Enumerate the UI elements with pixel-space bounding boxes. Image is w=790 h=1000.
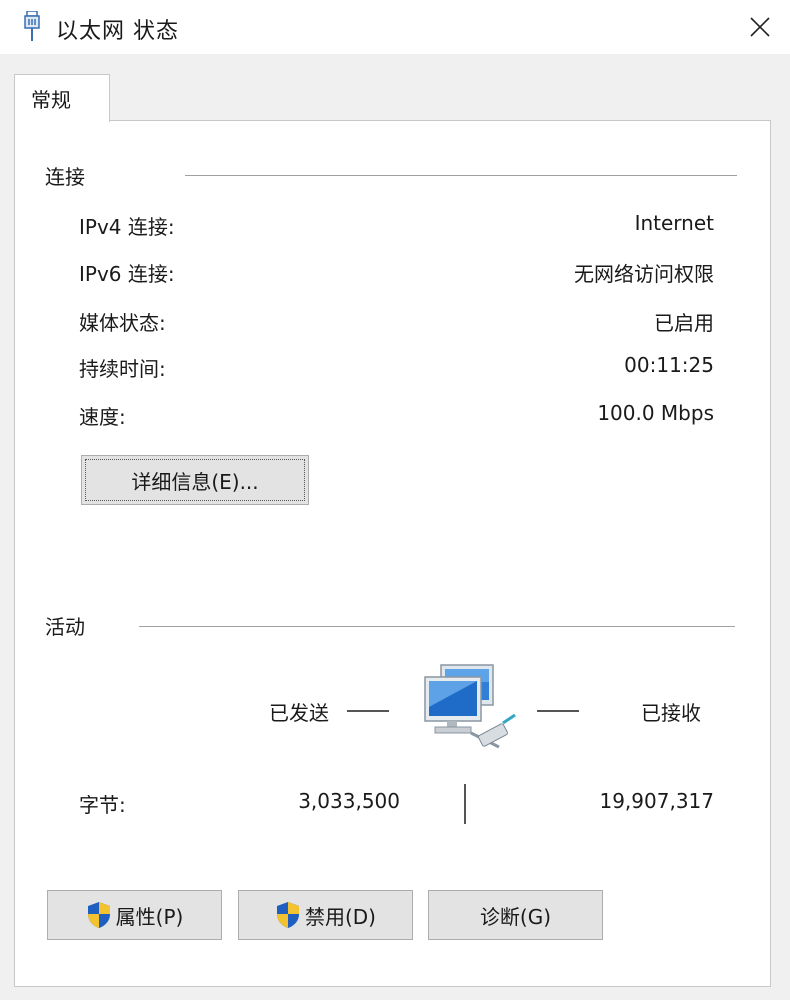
ipv4-label: IPv4 连接:: [79, 215, 175, 239]
title-bar: 以太网 状态: [0, 0, 790, 54]
network-computers-icon: [424, 664, 516, 749]
ipv4-value: Internet: [634, 211, 714, 235]
disable-button[interactable]: 禁用(D): [238, 890, 413, 940]
close-button[interactable]: [740, 8, 780, 46]
activity-section-title: 活动: [45, 615, 85, 639]
received-label: 已接收: [641, 701, 701, 725]
media-state-value: 已启用: [654, 311, 714, 335]
general-panel: 连接 IPv4 连接: Internet IPv6 连接: 无网络访问权限 媒体…: [14, 120, 771, 987]
ipv6-label: IPv6 连接:: [79, 262, 175, 286]
connection-section-title: 连接: [45, 165, 85, 189]
media-state-label: 媒体状态:: [79, 311, 166, 335]
bytes-divider: [464, 784, 466, 824]
bytes-received-value: 19,907,317: [599, 789, 714, 813]
connection-section-divider: [185, 175, 737, 176]
properties-button-label: 属性(P): [115, 904, 184, 929]
diagnose-button-label: 诊断(G): [479, 904, 552, 929]
tab-general[interactable]: 常规: [14, 74, 110, 122]
duration-value: 00:11:25: [624, 353, 714, 377]
activity-section-divider: [139, 626, 735, 627]
duration-label: 持续时间:: [79, 357, 166, 381]
speed-value: 100.0 Mbps: [597, 401, 714, 425]
bytes-sent-value: 3,033,500: [298, 789, 400, 813]
network-adapter-icon: [22, 10, 42, 41]
window-title: 以太网 状态: [56, 19, 179, 44]
properties-button[interactable]: 属性(P): [47, 890, 222, 940]
disable-button-label: 禁用(D): [304, 904, 376, 929]
sent-dash: [347, 710, 389, 712]
diagnose-button[interactable]: 诊断(G): [428, 890, 603, 940]
sent-label: 已发送: [269, 701, 329, 725]
uac-shield-icon: [276, 902, 299, 928]
received-dash: [537, 710, 579, 712]
details-button-label: 详细信息(E)...: [131, 469, 259, 494]
bytes-label: 字节:: [79, 793, 126, 817]
details-button[interactable]: 详细信息(E)...: [81, 455, 309, 505]
close-icon: [750, 17, 770, 37]
uac-shield-icon: [87, 902, 110, 928]
speed-label: 速度:: [79, 405, 126, 429]
ipv6-value: 无网络访问权限: [574, 262, 714, 286]
tab-general-label: 常规: [31, 88, 71, 112]
